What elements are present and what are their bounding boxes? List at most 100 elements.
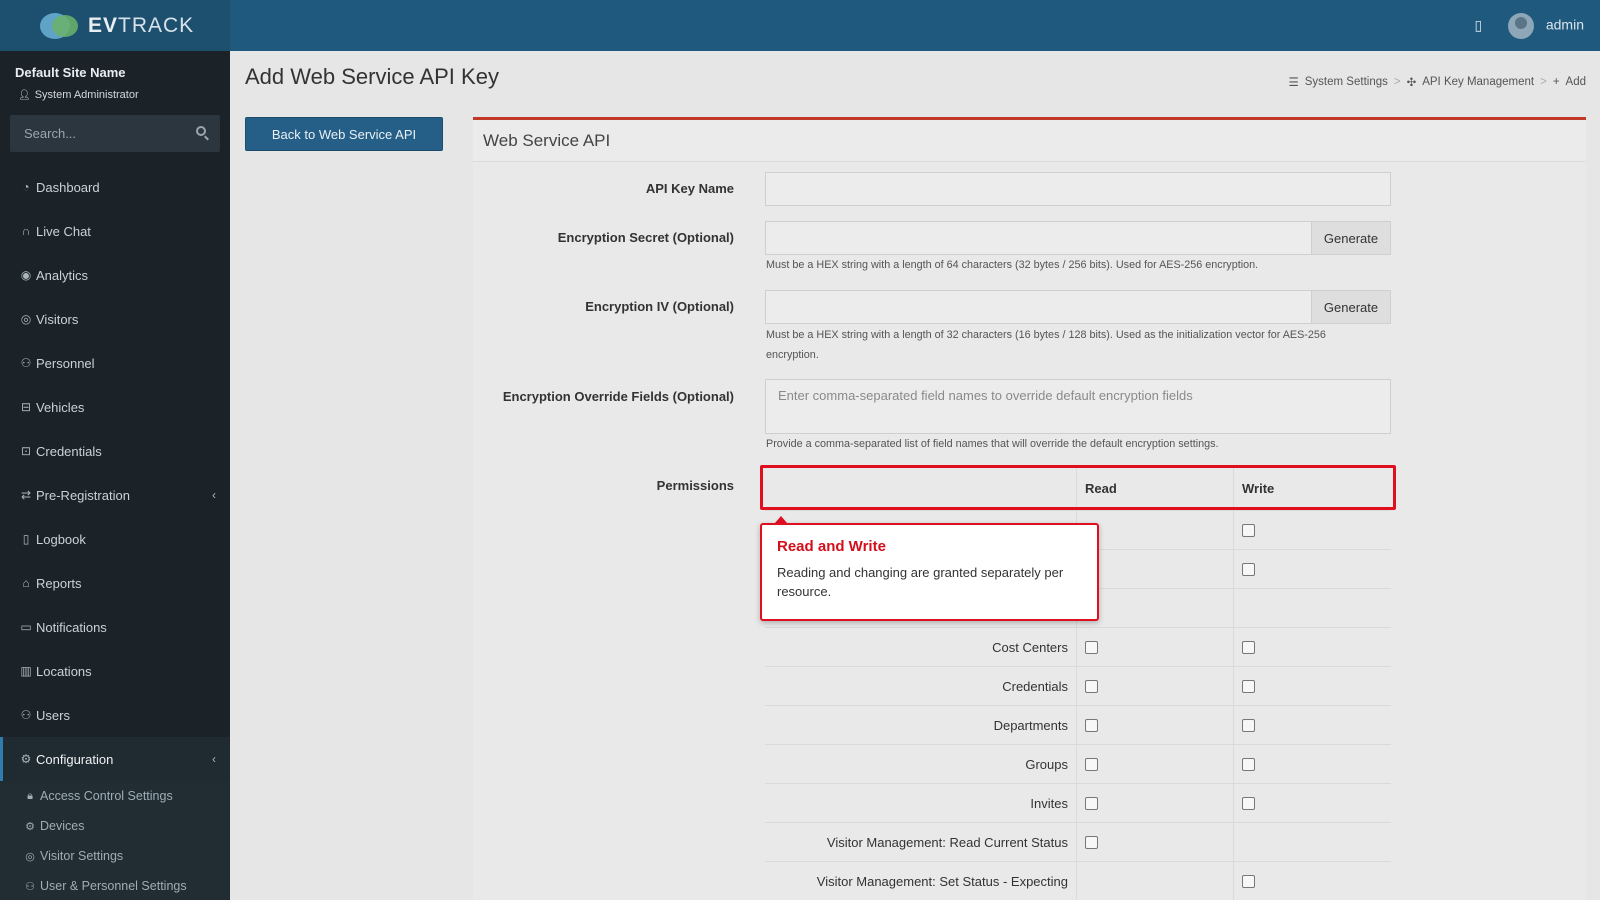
permissions-label: Permissions	[656, 478, 734, 493]
sidebar-item-configuration[interactable]: ⚙ Configuration ‹	[0, 737, 230, 781]
read-write-tooltip: Read and Write Reading and changing are …	[760, 523, 1099, 621]
user-name: admin	[1545, 15, 1584, 32]
read-checkbox[interactable]	[1085, 796, 1098, 810]
write-checkbox[interactable]	[1242, 874, 1255, 888]
read-checkbox[interactable]	[1085, 718, 1098, 732]
avatar	[1508, 12, 1535, 39]
api-key-name-field	[765, 172, 1391, 206]
write-checkbox[interactable]	[1242, 523, 1255, 537]
api-key-name-label: API Key Name	[645, 181, 734, 196]
map-icon: ▥	[20, 664, 32, 678]
sidebar-subitem-devices[interactable]: ⚙ Devices	[0, 811, 230, 841]
encryption-override-textarea[interactable]	[766, 380, 1390, 433]
encryption-iv-label: Encryption IV (Optional)	[585, 299, 734, 314]
read-checkbox[interactable]	[1085, 679, 1098, 693]
generate-iv-button[interactable]: Generate	[1311, 290, 1391, 324]
tooltip-body: Reading and changing are granted separat…	[777, 565, 1064, 599]
panel-title: Web Service API	[473, 120, 1586, 162]
sidebar-item-locations[interactable]: ▥ Locations	[0, 649, 230, 693]
user-menu[interactable]: admin	[1508, 12, 1584, 39]
sidebar-item-notifications[interactable]: ▭ Notifications	[0, 605, 230, 649]
read-checkbox[interactable]	[1085, 640, 1098, 654]
table-row: Departments	[765, 706, 1391, 745]
read-checkbox[interactable]	[1085, 835, 1098, 849]
id-card-icon: ⊡	[20, 444, 32, 458]
write-checkbox[interactable]	[1242, 640, 1255, 654]
sidebar-item-visitors[interactable]: ◎ Visitors	[0, 297, 230, 341]
sidebar: Default Site Name 👤︎ System Administrator…	[0, 51, 230, 900]
write-checkbox[interactable]	[1242, 796, 1255, 810]
sidebar-item-users[interactable]: ⚇ Users	[0, 693, 230, 737]
lock-icon: 🔒︎	[27, 789, 33, 802]
building-icon[interactable]: ▯	[1475, 17, 1483, 34]
logo-mark-icon	[40, 11, 84, 41]
write-checkbox[interactable]	[1242, 718, 1255, 732]
breadcrumb-system-settings[interactable]: System Settings	[1305, 76, 1388, 88]
write-checkbox[interactable]	[1242, 679, 1255, 693]
encryption-secret-label: Encryption Secret (Optional)	[557, 230, 734, 245]
sidebar-item-analytics[interactable]: ◉ Analytics	[0, 253, 230, 297]
eye-icon: ◎	[25, 850, 35, 863]
logo[interactable]: EVTRACK	[0, 0, 230, 51]
search-icon[interactable]	[196, 126, 206, 136]
breadcrumb-api-key-management[interactable]: API Key Management	[1422, 76, 1534, 88]
sidebar-subitem-visitor-settings[interactable]: ◎ Visitor Settings	[0, 841, 230, 871]
table-row: Visitor Management: Set Status - Expecti…	[765, 862, 1391, 900]
tooltip-title: Read and Write	[777, 538, 886, 555]
sidebar-item-reports[interactable]: ⌂ Reports	[0, 561, 230, 605]
encryption-iv-help: Must be a HEX string with a length of 32…	[766, 329, 1326, 361]
cog-icon: ⚙	[25, 820, 35, 833]
api-key-name-input[interactable]	[766, 173, 1390, 205]
gear-icon: ⚙	[20, 752, 32, 766]
sidebar-nav: ◔ Dashboard ∩ Live Chat ◉ Analytics ◎ Visito…	[0, 165, 230, 900]
chart-icon: ⌂	[22, 576, 30, 590]
table-row: Cost Centers	[765, 628, 1391, 667]
chevron-left-icon: ‹	[212, 752, 216, 766]
sidebar-item-vehicles[interactable]: ⊟ Vehicles	[0, 385, 230, 429]
chat-icon: ▭	[20, 620, 32, 634]
users-icon: ⚇	[25, 880, 35, 893]
encryption-secret-field	[765, 221, 1312, 255]
read-checkbox[interactable]	[1085, 757, 1098, 771]
personnel-icon: ⚇	[20, 356, 32, 370]
exchange-icon: ⇄	[20, 488, 32, 502]
book-icon: ▯	[22, 532, 30, 546]
plus-icon: +	[1552, 76, 1560, 88]
sidebar-item-live-chat[interactable]: ∩ Live Chat	[0, 209, 230, 253]
generate-secret-button[interactable]: Generate	[1311, 221, 1391, 255]
chevron-left-icon: ‹	[212, 488, 216, 502]
encryption-secret-input[interactable]	[766, 222, 1311, 254]
user-icon: 👤︎	[18, 90, 31, 101]
logo-text: EVTRACK	[88, 13, 195, 37]
analytics-icon: ◉	[20, 268, 32, 282]
site-name: Default Site Name	[15, 65, 126, 80]
write-checkbox[interactable]	[1242, 757, 1255, 771]
breadcrumb: ☰ System Settings > ✣ API Key Management…	[1288, 75, 1586, 89]
write-checkbox[interactable]	[1242, 562, 1255, 576]
search-input[interactable]	[10, 115, 220, 152]
key-icon: ✣	[1406, 77, 1417, 89]
top-bar: EVTRACK ▯ admin	[0, 0, 1600, 51]
encryption-iv-field	[765, 290, 1312, 324]
table-row: Visitor Management: Read Current Status	[765, 823, 1391, 862]
encryption-override-field	[765, 379, 1391, 434]
back-to-web-service-api-button[interactable]: Back to Web Service API	[245, 117, 443, 151]
sidebar-search	[10, 115, 220, 152]
encryption-iv-input[interactable]	[766, 291, 1311, 323]
sidebar-subitem-access-control-settings[interactable]: 🔒︎ Access Control Settings	[0, 781, 230, 811]
sidebar-item-personnel[interactable]: ⚇ Personnel	[0, 341, 230, 385]
breadcrumb-separator: >	[1393, 76, 1401, 88]
encryption-override-label: Encryption Override Fields (Optional)	[502, 389, 734, 404]
breadcrumb-separator: >	[1540, 76, 1547, 88]
tooltip-arrow	[775, 516, 787, 523]
sidebar-item-pre-registration[interactable]: ⇄ Pre-Registration ‹	[0, 473, 230, 517]
eye-icon: ◎	[20, 312, 32, 326]
sidebar-item-logbook[interactable]: ▯ Logbook	[0, 517, 230, 561]
sidebar-subitem-user-personnel-settings[interactable]: ⚇ User & Personnel Settings	[0, 871, 230, 900]
sidebar-item-credentials[interactable]: ⊡ Credentials	[0, 429, 230, 473]
user-role: 👤︎ System Administrator	[18, 89, 139, 101]
car-icon: ⊟	[20, 400, 32, 414]
table-row: Credentials	[765, 667, 1391, 706]
sidebar-item-dashboard[interactable]: ◔ Dashboard	[0, 165, 230, 209]
permissions-header-highlight	[760, 465, 1396, 510]
